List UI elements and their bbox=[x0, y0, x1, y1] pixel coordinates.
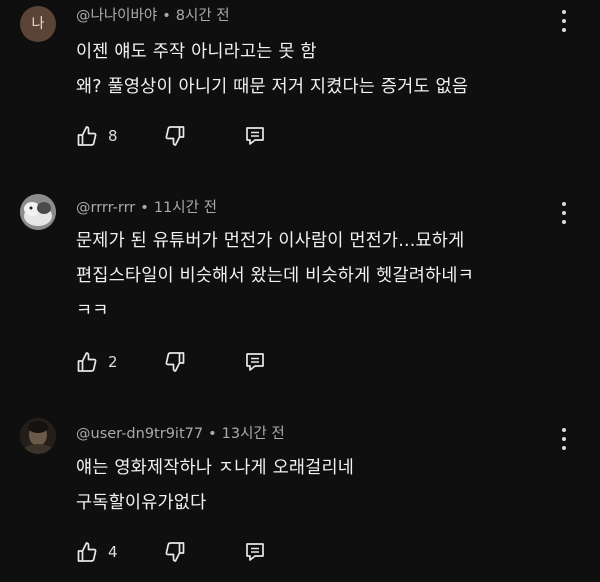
thumbs-up-icon bbox=[77, 126, 97, 146]
thumbs-up-icon bbox=[77, 542, 97, 562]
like-button[interactable]: 4 bbox=[76, 540, 118, 564]
avatar-letter: 나 bbox=[31, 16, 45, 32]
comment-item: 나 @나나이바야 • 8시간 전 이젠 얘도 주작 아니라고는 못 함 왜? 풀영상… bbox=[0, 0, 600, 160]
thumbs-up-icon bbox=[77, 352, 97, 372]
comment-item: @rrrr-rrr • 11시간 전 문제가 된 유튜버가 먼전가 이사람이 먼전가… bbox=[0, 186, 600, 386]
more-vert-icon[interactable] bbox=[558, 428, 570, 450]
reply-icon bbox=[246, 127, 264, 145]
reply-button[interactable] bbox=[244, 124, 266, 148]
comment-actions: 2 bbox=[76, 350, 276, 374]
comment-author[interactable]: @user-dn9tr9it77 bbox=[76, 426, 203, 442]
comment-text-line: 문제가 된 유튜버가 먼전가 이사람이 먼전가...묘하게 bbox=[76, 231, 465, 251]
meta-separator: • bbox=[208, 426, 217, 442]
comment-time[interactable]: 11시간 전 bbox=[154, 200, 217, 216]
avatar[interactable]: 나 bbox=[20, 6, 56, 42]
like-button[interactable]: 8 bbox=[76, 124, 118, 148]
comment-text-line: 구독할이유가없다 bbox=[76, 493, 207, 513]
comment-author[interactable]: @나나이바야 bbox=[76, 8, 157, 24]
like-count: 4 bbox=[108, 543, 118, 561]
more-vert-icon[interactable] bbox=[558, 202, 570, 224]
reply-button[interactable] bbox=[244, 540, 266, 564]
thumbs-down-icon bbox=[165, 542, 185, 562]
comment-item: @user-dn9tr9it77 • 13시간 전 얘는 영화제작하나 ㅈ나게 오래… bbox=[0, 412, 600, 582]
meta-separator: • bbox=[140, 200, 149, 216]
thumbs-down-icon bbox=[165, 352, 185, 372]
dislike-button[interactable] bbox=[164, 124, 186, 148]
comment-time[interactable]: 8시간 전 bbox=[176, 8, 230, 24]
like-button[interactable]: 2 bbox=[76, 350, 118, 374]
dislike-button[interactable] bbox=[164, 350, 186, 374]
like-count: 2 bbox=[108, 353, 118, 371]
like-count: 8 bbox=[108, 127, 118, 145]
reply-icon bbox=[246, 353, 264, 371]
reply-icon bbox=[246, 543, 264, 561]
meta-separator: • bbox=[162, 8, 171, 24]
comment-meta: @rrrr-rrr • 11시간 전 bbox=[76, 196, 217, 217]
avatar-image bbox=[20, 418, 56, 454]
comment-actions: 4 bbox=[76, 540, 276, 564]
comment-time[interactable]: 13시간 전 bbox=[222, 426, 285, 442]
avatar[interactable] bbox=[20, 194, 56, 230]
comment-text-line: ㅋㅋ bbox=[76, 301, 109, 321]
comment-meta: @user-dn9tr9it77 • 13시간 전 bbox=[76, 422, 285, 443]
comment-text-line: 왜? 풀영상이 아니기 때문 저거 지켰다는 증거도 없음 bbox=[76, 77, 469, 97]
avatar-image bbox=[20, 194, 56, 230]
comment-author[interactable]: @rrrr-rrr bbox=[76, 200, 135, 216]
avatar[interactable] bbox=[20, 418, 56, 454]
comment-text-line: 이젠 얘도 주작 아니라고는 못 함 bbox=[76, 42, 317, 62]
comment-meta: @나나이바야 • 8시간 전 bbox=[76, 4, 230, 25]
dislike-button[interactable] bbox=[164, 540, 186, 564]
reply-button[interactable] bbox=[244, 350, 266, 374]
comment-text-line: 편집스타일이 비슷해서 왔는데 비슷하게 헷갈려하네ㅋ bbox=[76, 266, 474, 286]
comment-actions: 8 bbox=[76, 124, 276, 148]
comment-text-line: 얘는 영화제작하나 ㅈ나게 오래걸리네 bbox=[76, 458, 355, 478]
more-vert-icon[interactable] bbox=[558, 10, 570, 32]
thumbs-down-icon bbox=[165, 126, 185, 146]
